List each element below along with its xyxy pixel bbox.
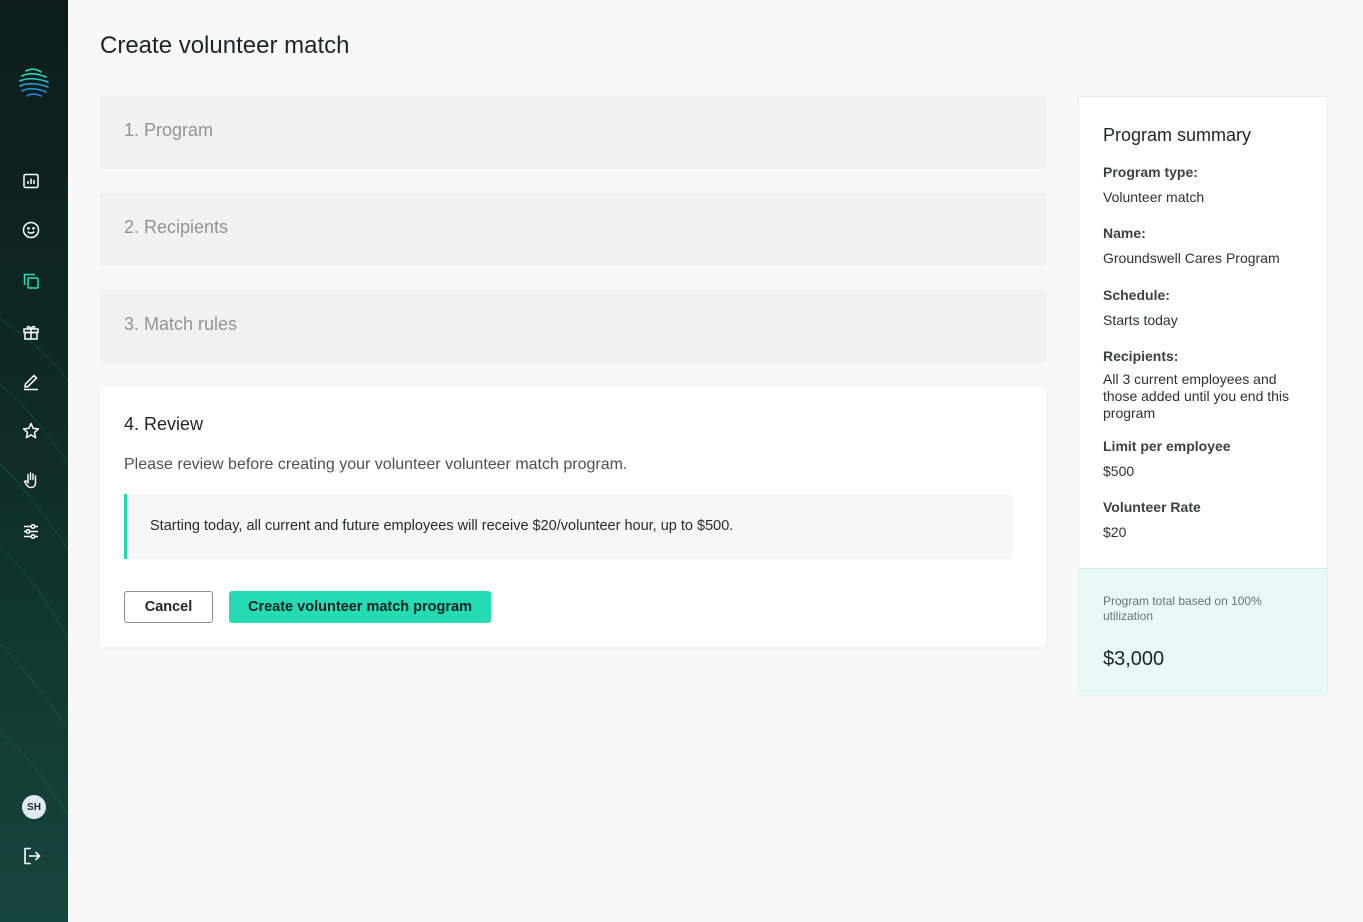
program-total-section: Program total based on 100% utilization … (1079, 568, 1327, 695)
create-program-button[interactable]: Create volunteer match program (229, 591, 491, 623)
summary-label-recipients: Recipients: (1103, 348, 1179, 364)
sliders-icon (24, 523, 38, 540)
hand-icon (23, 472, 37, 489)
summary-value-recipients: All 3 current employees and those added … (1103, 371, 1290, 421)
step-program[interactable]: 1. Program (100, 96, 1046, 169)
copy-squares-icon (23, 273, 39, 289)
nav-reports[interactable] (19, 169, 43, 193)
nav-programs[interactable] (19, 269, 43, 293)
step-match-rules[interactable]: 3. Match rules (100, 290, 1046, 363)
summary-title: Program summary (1103, 125, 1252, 145)
review-description: Please review before creating your volun… (124, 456, 628, 473)
summary-value-volunteer-rate: $20 (1103, 524, 1127, 540)
logout-icon[interactable] (21, 845, 43, 867)
review-title: 4. Review (124, 414, 204, 434)
summary-value-program-type: Volunteer match (1103, 189, 1205, 205)
program-summary-card: Program summary Program type: Volunteer … (1078, 96, 1328, 696)
page-title: Create volunteer match (100, 32, 350, 59)
app-logo[interactable] (18, 66, 50, 100)
summary-value-schedule: Starts today (1103, 312, 1178, 328)
program-total-label: Program total based on 100% utilization (1103, 594, 1262, 623)
pencil-icon (24, 374, 38, 391)
smiley-icon (22, 221, 40, 239)
summary-label-limit: Limit per employee (1103, 438, 1231, 454)
review-callout: Starting today, all current and future e… (124, 494, 1013, 559)
nav-edit[interactable] (19, 370, 43, 394)
nav-volunteer[interactable] (19, 468, 43, 492)
program-total-value: $3,000 (1103, 648, 1165, 670)
summary-value-limit: $500 (1103, 463, 1135, 479)
summary-value-name: Groundswell Cares Program (1103, 250, 1280, 266)
step-label: 2. Recipients (124, 217, 229, 237)
user-avatar[interactable]: SH (22, 795, 46, 819)
step-label: 3. Match rules (124, 314, 238, 334)
step-label: 1. Program (124, 120, 214, 140)
nav-gifts[interactable] (19, 320, 43, 344)
nav-favorites[interactable] (19, 419, 43, 443)
step-review-panel: 4. Review Please review before creating … (100, 387, 1046, 647)
summary-label-volunteer-rate: Volunteer Rate (1103, 499, 1201, 515)
nav-employees[interactable] (19, 218, 43, 242)
summary-label-name: Name: (1103, 225, 1146, 241)
summary-label-schedule: Schedule: (1103, 287, 1170, 303)
sidebar: SH (0, 0, 68, 922)
star-icon (22, 422, 40, 439)
gift-icon (23, 325, 39, 340)
summary-label-program-type: Program type: (1103, 164, 1198, 180)
step-recipients[interactable]: 2. Recipients (100, 193, 1046, 266)
background-pattern (0, 318, 68, 817)
nav-settings[interactable] (19, 519, 43, 543)
bar-chart-icon (23, 173, 39, 189)
cancel-button[interactable]: Cancel (124, 591, 213, 623)
